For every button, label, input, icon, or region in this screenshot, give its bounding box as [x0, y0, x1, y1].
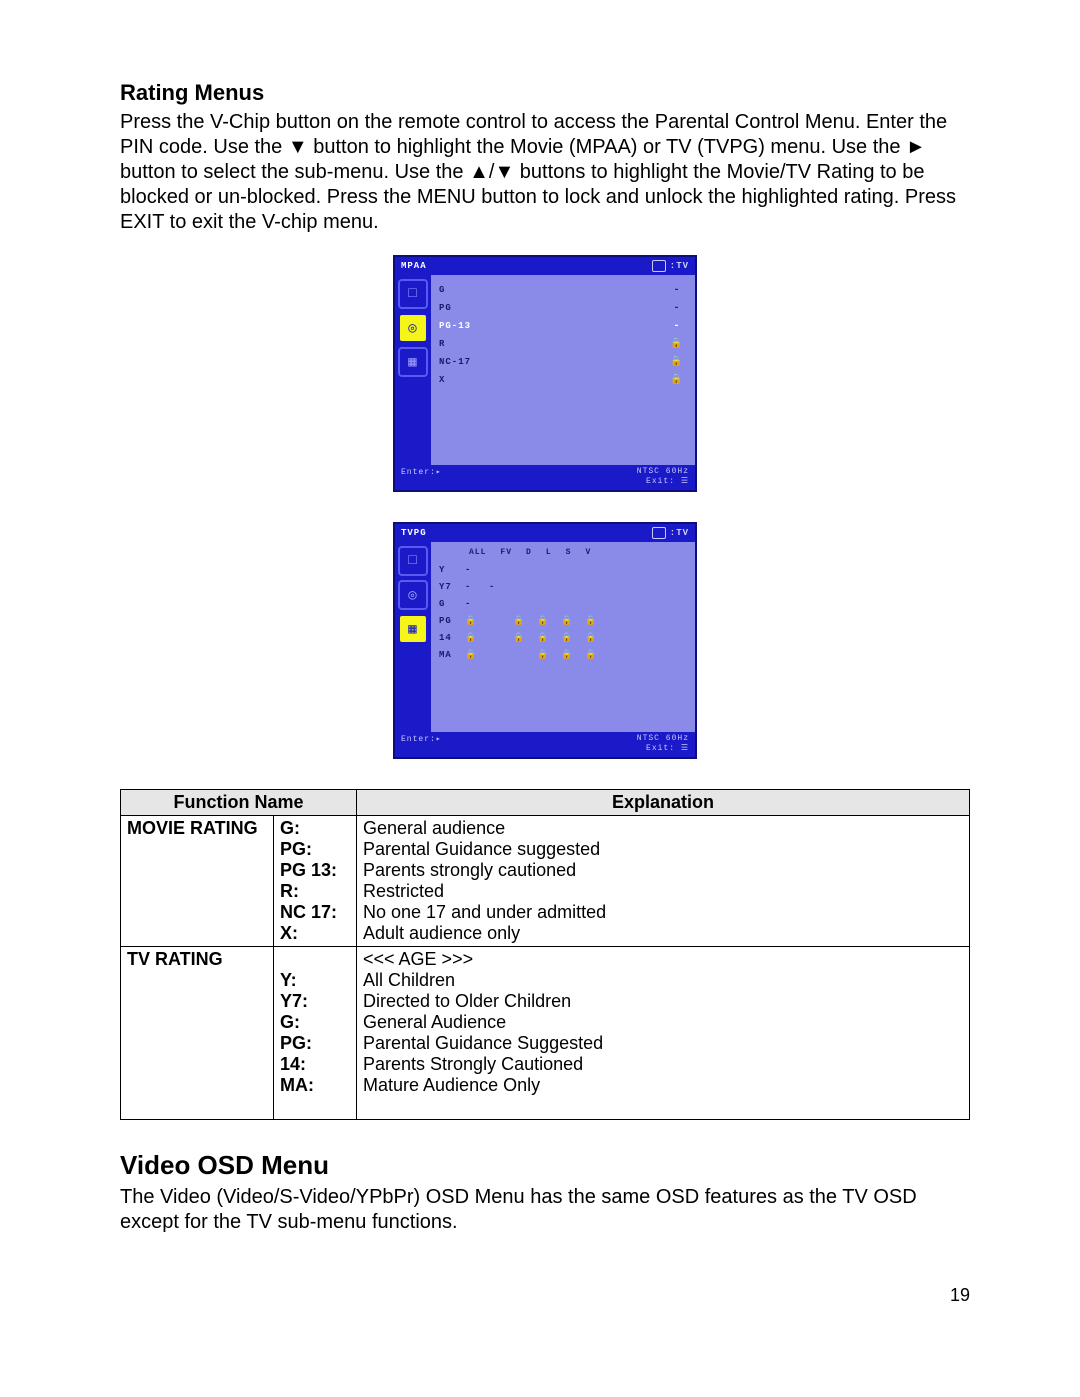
page-number: 19 — [120, 1255, 970, 1306]
video-osd-heading: Video OSD Menu — [120, 1150, 970, 1181]
movie-descs-cell: General audienceParental Guidance sugges… — [357, 816, 970, 947]
sidebar-icon-1[interactable]: □ — [398, 546, 428, 576]
enter-hint: Enter:▸ — [401, 467, 442, 486]
sidebar-icon-3[interactable]: ▦ — [398, 347, 428, 377]
status-text: NTSC 60Hz — [637, 467, 689, 476]
th-explanation: Explanation — [357, 790, 970, 816]
osd-title: TVPG — [401, 528, 427, 538]
tvpg-row[interactable]: PG🔒🔒🔒🔒🔒 — [439, 612, 687, 629]
tvpg-col-header: D — [526, 548, 532, 557]
mpaa-row[interactable]: R🔒 — [439, 335, 687, 353]
mpaa-row[interactable]: PG- — [439, 299, 687, 317]
input-icon — [652, 527, 666, 539]
mpaa-osd: MPAA :TV □ ◎ ▦ G-PG-PG-13-R🔒NC-17🔒X🔒 Ent… — [393, 255, 697, 492]
tvpg-row[interactable]: MA🔒🔒🔒🔒 — [439, 646, 687, 663]
tvpg-col-header: FV — [500, 548, 512, 557]
tv-rating-label: TV RATING — [121, 947, 274, 1120]
tvpg-col-header: S — [566, 548, 572, 557]
tvpg-osd: TVPG :TV □ ◎ ▦ ALL FV D L S V Y-Y7--G-PG🔒🔒🔒🔒🔒… — [393, 522, 697, 759]
exit-hint: Exit: ☰ — [637, 476, 689, 486]
sidebar-icon-2[interactable]: ◎ — [398, 580, 428, 610]
tvpg-row[interactable]: 14🔒🔒🔒🔒🔒 — [439, 629, 687, 646]
rating-menus-heading: Rating Menus — [120, 80, 970, 106]
tvpg-col-header: ALL — [469, 548, 486, 557]
tvpg-row[interactable]: Y- — [439, 561, 687, 578]
input-icon — [652, 260, 666, 272]
tv-label: :TV — [670, 261, 689, 271]
status-text: NTSC 60Hz — [637, 734, 689, 743]
sidebar-icon-2-selected[interactable]: ◎ — [398, 313, 428, 343]
movie-codes-cell: G:PG:PG 13:R:NC 17:X: — [274, 816, 357, 947]
tvpg-col-header: V — [585, 548, 591, 557]
mpaa-row[interactable]: G- — [439, 281, 687, 299]
osd-title: MPAA — [401, 261, 427, 271]
sidebar-icon-3-selected[interactable]: ▦ — [398, 614, 428, 644]
video-osd-paragraph: The Video (Video/S-Video/YPbPr) OSD Menu… — [120, 1185, 970, 1235]
mpaa-row[interactable]: NC-17🔒 — [439, 353, 687, 371]
sidebar-icon-1[interactable]: □ — [398, 279, 428, 309]
function-table: Function Name Explanation MOVIE RATING G… — [120, 789, 970, 1120]
mpaa-row[interactable]: X🔒 — [439, 371, 687, 389]
enter-hint: Enter:▸ — [401, 734, 442, 753]
tv-descs-cell: <<< AGE >>>All ChildrenDirected to Older… — [357, 947, 970, 1120]
mpaa-row[interactable]: PG-13- — [439, 317, 687, 335]
exit-hint: Exit: ☰ — [637, 743, 689, 753]
tv-label: :TV — [670, 528, 689, 538]
tv-codes-cell: Y:Y7:G:PG:14:MA: — [274, 947, 357, 1120]
tvpg-row[interactable]: Y7-- — [439, 578, 687, 595]
rating-menus-paragraph: Press the V-Chip button on the remote co… — [120, 110, 970, 235]
movie-rating-label: MOVIE RATING — [121, 816, 274, 947]
tvpg-col-header: L — [546, 548, 552, 557]
th-function-name: Function Name — [121, 790, 357, 816]
tvpg-row[interactable]: G- — [439, 595, 687, 612]
